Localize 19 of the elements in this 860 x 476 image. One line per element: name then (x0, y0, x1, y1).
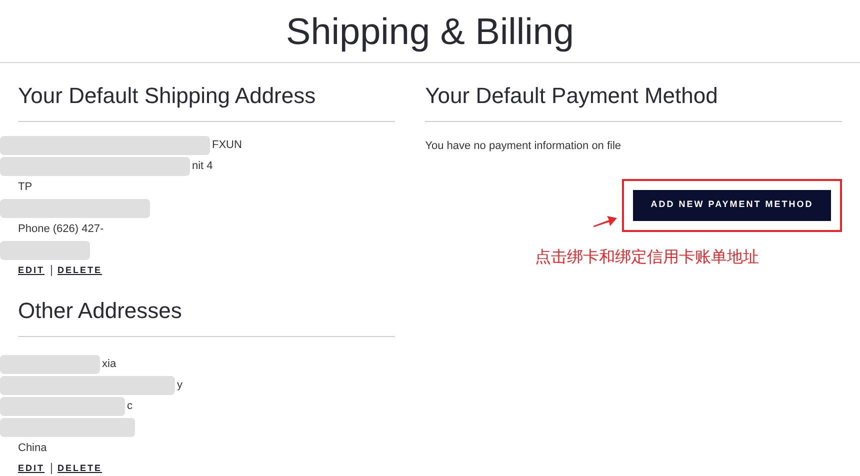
link[interactable]: DELETE (58, 462, 102, 475)
address-text: TP (18, 180, 32, 196)
address-text: China (18, 440, 47, 456)
section-heading: Your Default Shipping Address (18, 63, 396, 122)
address-text: c (127, 398, 132, 414)
address-text: FXUN (212, 138, 242, 154)
link[interactable]: EDIT (18, 462, 45, 475)
annotation-note: 点击绑卡和绑定信用卡账单地址 (535, 248, 760, 268)
section-heading: Other Addresses (18, 278, 396, 336)
address-text: Phone (626) 427- (18, 222, 104, 238)
link[interactable]: EDIT (18, 264, 45, 278)
link[interactable]: DELETE (58, 264, 102, 278)
section-heading: Your Default Payment Method (425, 63, 842, 122)
payment-message: You have no payment information on file (425, 139, 622, 154)
add-payment-button[interactable]: ADD NEW PAYMENT METHOD (633, 190, 831, 220)
address-text: y (177, 378, 182, 393)
address-text: xia (102, 356, 116, 372)
address-text: nit 4 (192, 159, 213, 174)
page-title: Shipping & Billing (0, 0, 860, 63)
